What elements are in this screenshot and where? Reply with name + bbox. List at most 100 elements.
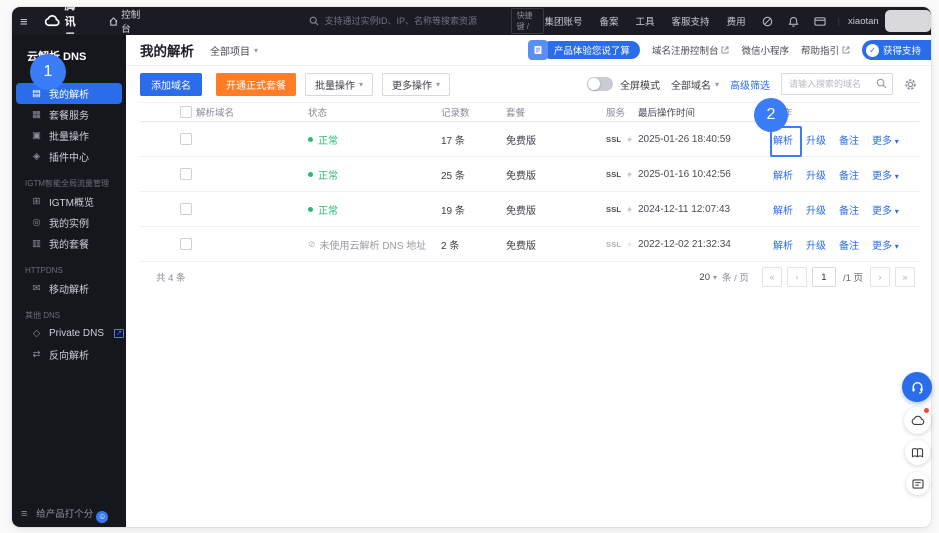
more-link[interactable]: 更多 ▾ — [872, 237, 899, 252]
sidebar-item-reverse-dns[interactable]: ⇄ 反向解析 — [16, 344, 122, 365]
sidebar-item-plan-service[interactable]: ▦ 套餐服务 — [16, 104, 122, 125]
status-text: 正常 — [318, 135, 338, 147]
ssl-badge[interactable]: SSL — [606, 240, 621, 249]
project-select[interactable]: 全部项目 ▾ — [210, 43, 258, 58]
page-number-input[interactable]: 1 — [811, 267, 836, 287]
sidebar-item-private-dns[interactable]: ◇ Private DNS ↗ — [16, 323, 124, 344]
batch-ops-button[interactable]: 批量操作 ▾ — [305, 72, 374, 96]
sidebar-section-other-dns: 其他 DNS — [25, 311, 61, 320]
caret-down-icon: ▾ — [894, 171, 899, 181]
sidebar-item-my-instances[interactable]: ◎ 我的实例 — [16, 212, 122, 233]
first-page-button[interactable]: « — [761, 267, 782, 287]
add-domain-button[interactable]: 添加域名 — [140, 72, 202, 96]
ssl-badge[interactable]: SSL — [606, 135, 621, 144]
menu-item-icp[interactable]: 备案 — [600, 14, 619, 28]
sidebar-item-batch-ops[interactable]: ▣ 批量操作 — [16, 125, 122, 146]
monitor-flash-icon[interactable] — [625, 240, 634, 249]
monitor-flash-icon[interactable] — [625, 170, 634, 179]
resolve-link[interactable]: 解析 — [773, 202, 793, 217]
rate-product-link[interactable]: 给产品打个分 ☺ — [27, 506, 117, 523]
page-total: /1 页 — [842, 273, 863, 284]
resolve-link[interactable]: 解析 — [773, 167, 793, 182]
domain-console-link[interactable]: 域名注册控制台 — [652, 43, 730, 57]
hamburger-menu-icon[interactable]: ≡ — [20, 14, 28, 29]
billing-card-icon[interactable] — [814, 16, 826, 27]
more-link[interactable]: 更多 ▾ — [872, 132, 899, 147]
wechat-mini-program-link[interactable]: 微信小程序 — [741, 43, 789, 57]
row-checkbox[interactable] — [180, 133, 192, 145]
monitor-flash-icon[interactable] — [625, 135, 634, 144]
domain-filter-select[interactable]: 全部域名 ▾ — [671, 77, 719, 92]
step-2-annotation: 2 — [754, 98, 788, 132]
sidebar-item-mobile-dns[interactable]: ✉ 移动解析 — [16, 278, 122, 299]
documentation-fab[interactable] — [905, 440, 930, 465]
upgrade-link[interactable]: 升级 — [806, 167, 826, 182]
upgrade-link[interactable]: 升级 — [806, 132, 826, 147]
column-settings-gear-icon[interactable] — [904, 78, 917, 91]
last-page-button[interactable]: » — [895, 267, 915, 287]
mobile-dns-icon: ✉ — [32, 283, 41, 294]
open-book-icon — [911, 448, 924, 458]
customer-service-fab[interactable] — [902, 372, 932, 402]
ssl-badge[interactable]: SSL — [606, 170, 621, 179]
survey-fab[interactable] — [906, 472, 929, 495]
feedback-pill[interactable]: 产品体验您说了算 — [527, 40, 640, 60]
sidebar-item-my-packages[interactable]: ▥ 我的套餐 — [16, 233, 122, 254]
user-avatar-redacted[interactable] — [884, 10, 931, 32]
menu-item-billing[interactable]: 费用 — [727, 14, 746, 28]
select-all-checkbox[interactable] — [180, 106, 192, 118]
sidebar-title: 云解析 DNS — [27, 51, 87, 63]
more-link[interactable]: 更多 ▾ — [872, 202, 899, 217]
domain-table: 解析域名 状态 记录数 套餐 服务 最后操作时间 操作 正常 17 条 — [140, 102, 919, 292]
global-search-input[interactable] — [324, 16, 493, 26]
page-size-select[interactable]: 20 ▾ — [699, 272, 717, 283]
menu-item-group-account[interactable]: 集团账号 — [545, 14, 583, 28]
bell-icon[interactable] — [788, 16, 799, 27]
sidebar-item-my-dns[interactable]: ▤ 我的解析 — [16, 83, 122, 104]
private-dns-icon: ◇ — [32, 328, 41, 339]
help-guide-link[interactable]: 帮助指引 — [801, 43, 850, 57]
headset-icon — [911, 381, 923, 394]
monitor-flash-icon[interactable] — [625, 205, 634, 214]
notifications-fab[interactable] — [904, 407, 931, 434]
domain-search — [781, 73, 893, 95]
row-checkbox[interactable] — [180, 168, 192, 180]
open-paid-plan-button[interactable]: 开通正式套餐 — [216, 72, 296, 96]
remark-link[interactable]: 备注 — [839, 132, 859, 147]
upgrade-link[interactable]: 升级 — [806, 237, 826, 252]
upgrade-link[interactable]: 升级 — [806, 202, 826, 217]
menu-item-tools[interactable]: 工具 — [636, 14, 655, 28]
resolve-link[interactable]: 解析 — [773, 237, 793, 252]
pagination: 20 ▾ 条 / 页 « ‹ 1 /1 页 › » — [699, 267, 915, 287]
sidebar-item-plugin-center[interactable]: ◈ 插件中心 — [16, 146, 122, 167]
global-search[interactable] — [309, 16, 493, 26]
table-footer: 共 4 条 20 ▾ 条 / 页 « ‹ 1 /1 页 › » — [140, 262, 919, 292]
sidebar-item-igtm-overview[interactable]: ⊞ IGTM概览 — [16, 191, 122, 212]
get-support-button[interactable]: ✓ 获得支持 — [861, 40, 931, 60]
lab-icon[interactable] — [762, 16, 773, 27]
remark-link[interactable]: 备注 — [839, 167, 859, 182]
more-link[interactable]: 更多 ▾ — [872, 167, 899, 182]
row-checkbox[interactable] — [180, 238, 192, 250]
remark-link[interactable]: 备注 — [839, 202, 859, 217]
menu-item-support[interactable]: 客服支持 — [672, 14, 710, 28]
advanced-filter-link[interactable]: 高级筛选 — [730, 77, 770, 92]
ssl-badge[interactable]: SSL — [606, 205, 621, 214]
fullscreen-toggle[interactable] — [586, 77, 613, 91]
search-icon[interactable] — [876, 78, 887, 89]
username[interactable]: xiaotan — [848, 16, 879, 27]
more-ops-button[interactable]: 更多操作 ▾ — [382, 72, 451, 96]
next-page-button[interactable]: › — [870, 267, 890, 287]
col-operations: 操作 — [773, 105, 919, 119]
cloud-icon — [911, 415, 924, 426]
status-dot-icon — [308, 206, 313, 212]
row-checkbox[interactable] — [180, 203, 192, 215]
notification-red-dot — [924, 408, 929, 413]
remark-link[interactable]: 备注 — [839, 237, 859, 252]
prev-page-button[interactable]: ‹ — [786, 267, 807, 287]
last-op-time: 2025-01-26 18:40:59 — [638, 133, 731, 145]
sidebar: 云解析 DNS ▤ 我的解析 ▦ 套餐服务 ▣ 批量操作 ◈ — [12, 35, 126, 527]
console-link[interactable]: 控制台 — [109, 7, 140, 35]
col-plan: 套餐 — [506, 108, 526, 119]
col-domain: 解析域名 — [196, 108, 235, 119]
